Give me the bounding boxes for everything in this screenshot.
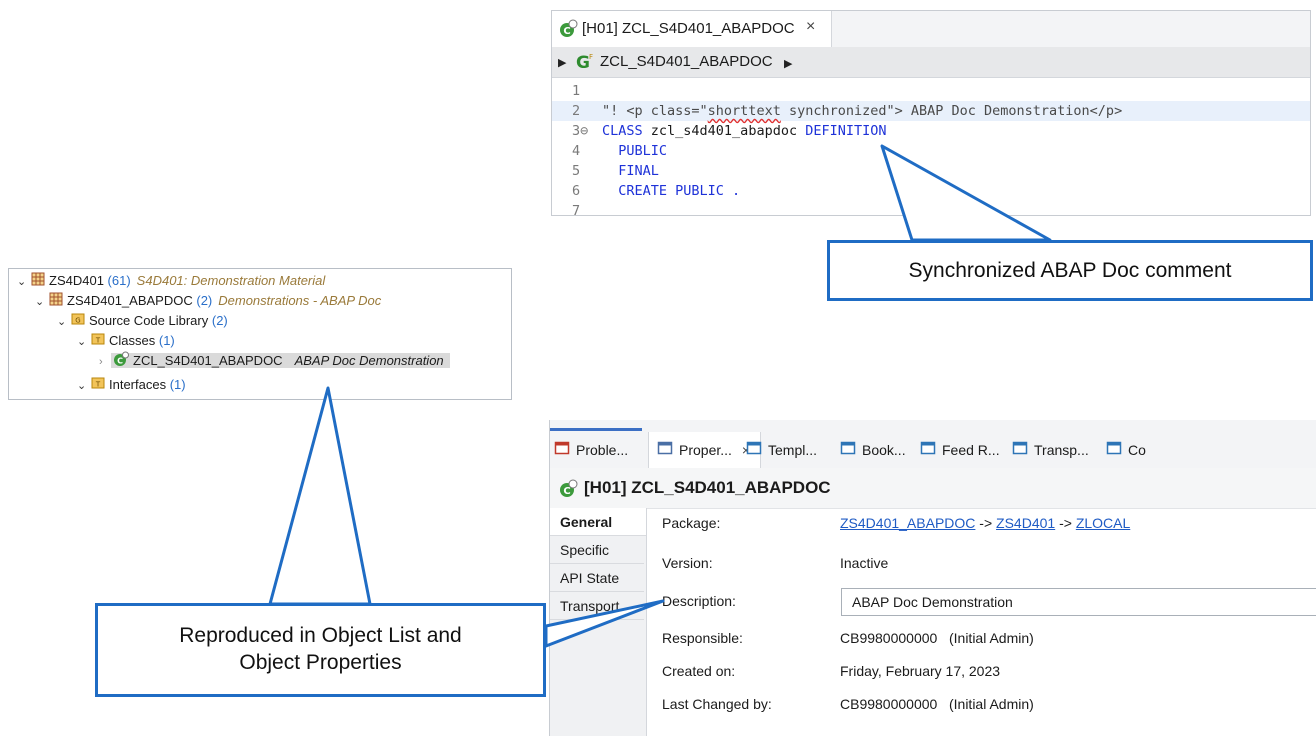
callout-line: Reproduced in Object List and <box>179 624 462 647</box>
callout-pointer-editor <box>880 144 1052 242</box>
callout-synchronized-comment: Synchronized ABAP Doc comment <box>827 240 1313 301</box>
callout-object-list: Reproduced in Object List and Object Pro… <box>95 603 546 697</box>
callout-pointer-tree <box>268 386 372 606</box>
callout-line: Object Properties <box>239 651 402 674</box>
callout-pointer-description <box>544 599 665 648</box>
